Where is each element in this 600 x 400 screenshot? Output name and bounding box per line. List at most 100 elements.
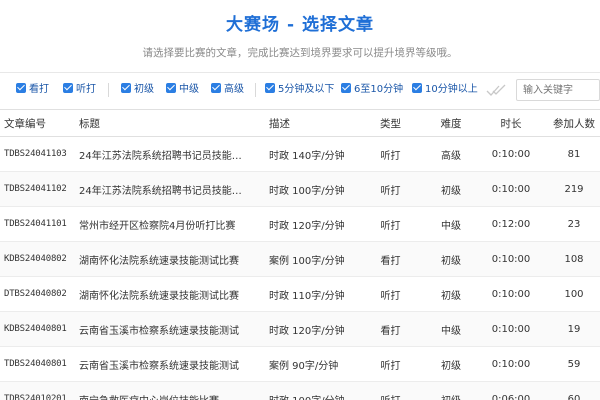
cell-participants: 59 bbox=[542, 346, 600, 382]
table-row[interactable]: TDBS24041101 常州市经开区检察院4月份听打比赛 时政 120字/分钟… bbox=[0, 206, 600, 242]
column-header-duration[interactable]: 时长 bbox=[480, 109, 542, 137]
cell-participants: 100 bbox=[542, 276, 600, 312]
column-header-title[interactable]: 标题 bbox=[75, 109, 265, 137]
cell-participants: 19 bbox=[542, 311, 600, 347]
table-row[interactable]: DTBS24040802 湖南怀化法院系统速录技能测试比赛 时政 110字/分钟… bbox=[0, 276, 600, 312]
cell-type: 听打 bbox=[359, 276, 422, 312]
column-header-type[interactable]: 类型 bbox=[359, 109, 422, 137]
cell-description: 时政 100字/分钟 bbox=[265, 381, 359, 400]
search-input[interactable] bbox=[516, 79, 600, 101]
cell-participants: 219 bbox=[542, 171, 600, 207]
cell-description: 时政 100字/分钟 bbox=[265, 171, 359, 207]
table-header-row: 文章编号 标题 描述 类型 难度 时长 参加人数 平均 bbox=[0, 109, 600, 137]
filter-level-beginner-label: 初级 bbox=[134, 84, 154, 95]
filter-duration-long[interactable]: 10分钟以上 bbox=[412, 83, 478, 97]
filter-kanda-label: 看打 bbox=[29, 84, 49, 95]
cell-participants: 108 bbox=[542, 241, 600, 277]
cell-description: 时政 120字/分钟 bbox=[265, 206, 359, 242]
filter-level-intermediate[interactable]: 中级 bbox=[166, 83, 199, 97]
cell-description: 时政 140字/分钟 bbox=[265, 136, 359, 172]
filter-kanda[interactable]: 看打 bbox=[16, 83, 49, 97]
cell-level: 初级 bbox=[422, 276, 480, 312]
cell-id: TDBS24041102 bbox=[0, 171, 75, 207]
cell-description: 时政 110字/分钟 bbox=[265, 276, 359, 312]
cell-id: KDBS24040802 bbox=[0, 241, 75, 277]
checkbox-checked-icon[interactable] bbox=[16, 83, 26, 93]
cell-title[interactable]: 常州市经开区检察院4月份听打比赛 bbox=[75, 206, 265, 242]
column-header-level[interactable]: 难度 bbox=[422, 109, 480, 137]
cell-title[interactable]: 湖南怀化法院系统速录技能测试比赛 bbox=[75, 241, 265, 277]
check-all-icon[interactable] bbox=[486, 83, 506, 97]
cell-title[interactable]: 湖南怀化法院系统速录技能测试比赛 bbox=[75, 276, 265, 312]
cell-title[interactable]: 云南省玉溪市检察系统速录技能测试 bbox=[75, 311, 265, 347]
checkbox-checked-icon[interactable] bbox=[341, 83, 351, 93]
cell-participants: 23 bbox=[542, 206, 600, 242]
cell-type: 看打 bbox=[359, 311, 422, 347]
checkbox-checked-icon[interactable] bbox=[265, 83, 275, 93]
cell-type: 听打 bbox=[359, 206, 422, 242]
cell-id: DTBS24040802 bbox=[0, 276, 75, 312]
filter-level-advanced[interactable]: 高级 bbox=[211, 83, 244, 97]
cell-id: TDBS24041101 bbox=[0, 206, 75, 242]
table-row[interactable]: KDBS24040802 湖南怀化法院系统速录技能测试比赛 案例 100字/分钟… bbox=[0, 241, 600, 277]
checkbox-checked-icon[interactable] bbox=[63, 83, 73, 93]
cell-duration: 0:10:00 bbox=[480, 276, 542, 312]
cell-level: 中级 bbox=[422, 311, 480, 347]
cell-duration: 0:06:00 bbox=[480, 381, 542, 400]
cell-id: TDBS24040801 bbox=[0, 346, 75, 382]
cell-level: 高级 bbox=[422, 136, 480, 172]
cell-id: TDBS24041103 bbox=[0, 136, 75, 172]
checkbox-checked-icon[interactable] bbox=[211, 83, 221, 93]
column-header-id[interactable]: 文章编号 bbox=[0, 109, 75, 137]
cell-level: 中级 bbox=[422, 206, 480, 242]
filter-divider bbox=[255, 83, 256, 97]
checkbox-checked-icon[interactable] bbox=[412, 83, 422, 93]
cell-type: 听打 bbox=[359, 381, 422, 400]
cell-type: 听打 bbox=[359, 346, 422, 382]
table-row[interactable]: TDBS24040801 云南省玉溪市检察系统速录技能测试 案例 90字/分钟 … bbox=[0, 346, 600, 382]
filter-divider bbox=[108, 83, 109, 97]
cell-type: 看打 bbox=[359, 241, 422, 277]
filter-level-advanced-label: 高级 bbox=[224, 84, 244, 95]
filter-duration-long-label: 10分钟以上 bbox=[425, 84, 478, 95]
page-subtitle: 请选择要比赛的文章，完成比赛达到境界要求可以提升境界等级哦。 bbox=[142, 47, 458, 59]
cell-duration: 0:10:00 bbox=[480, 136, 542, 172]
cell-duration: 0:10:00 bbox=[480, 311, 542, 347]
checkbox-checked-icon[interactable] bbox=[121, 83, 131, 93]
filter-level-beginner[interactable]: 初级 bbox=[121, 83, 154, 97]
filter-duration-short-label: 5分钟及以下 bbox=[278, 84, 335, 95]
cell-level: 初级 bbox=[422, 241, 480, 277]
cell-id: KDBS24040801 bbox=[0, 311, 75, 347]
article-table: 文章编号 标题 描述 类型 难度 时长 参加人数 平均 TDBS24041103… bbox=[0, 109, 600, 400]
cell-duration: 0:10:00 bbox=[480, 346, 542, 382]
cell-level: 初级 bbox=[422, 346, 480, 382]
filter-tingda[interactable]: 听打 bbox=[63, 83, 96, 97]
cell-description: 时政 120字/分钟 bbox=[265, 311, 359, 347]
filter-duration-medium[interactable]: 6至10分钟 bbox=[341, 83, 403, 97]
table-row[interactable]: KDBS24040801 云南省玉溪市检察系统速录技能测试 时政 120字/分钟… bbox=[0, 311, 600, 347]
cell-id: TDBS24010201 bbox=[0, 381, 75, 400]
cell-description: 案例 90字/分钟 bbox=[265, 346, 359, 382]
cell-duration: 0:10:00 bbox=[480, 241, 542, 277]
table-row[interactable]: TDBS24010201 南宁急救医疗中心岗位技能比赛 时政 100字/分钟 听… bbox=[0, 381, 600, 400]
cell-type: 听打 bbox=[359, 171, 422, 207]
cell-title[interactable]: 24年江苏法院系统招聘书记员技能… bbox=[75, 136, 265, 172]
table-row[interactable]: TDBS24041102 24年江苏法院系统招聘书记员技能… 时政 100字/分… bbox=[0, 171, 600, 207]
checkbox-checked-icon[interactable] bbox=[166, 83, 176, 93]
filter-tingda-label: 听打 bbox=[76, 84, 96, 95]
page-title: 大赛场 - 选择文章 bbox=[226, 15, 374, 35]
cell-title[interactable]: 云南省玉溪市检察系统速录技能测试 bbox=[75, 346, 265, 382]
cell-level: 初级 bbox=[422, 381, 480, 400]
filter-duration-short[interactable]: 5分钟及以下 bbox=[265, 83, 334, 97]
filter-duration-medium-label: 6至10分钟 bbox=[354, 84, 404, 95]
cell-description: 案例 100字/分钟 bbox=[265, 241, 359, 277]
cell-title[interactable]: 24年江苏法院系统招聘书记员技能… bbox=[75, 171, 265, 207]
cell-title[interactable]: 南宁急救医疗中心岗位技能比赛 bbox=[75, 381, 265, 400]
cell-duration: 0:12:00 bbox=[480, 206, 542, 242]
cell-participants: 60 bbox=[542, 381, 600, 400]
cell-level: 初级 bbox=[422, 171, 480, 207]
column-header-participants[interactable]: 参加人数 bbox=[542, 109, 600, 137]
column-header-description[interactable]: 描述 bbox=[265, 109, 359, 137]
filter-level-intermediate-label: 中级 bbox=[179, 84, 199, 95]
table-row[interactable]: TDBS24041103 24年江苏法院系统招聘书记员技能… 时政 140字/分… bbox=[0, 136, 600, 172]
